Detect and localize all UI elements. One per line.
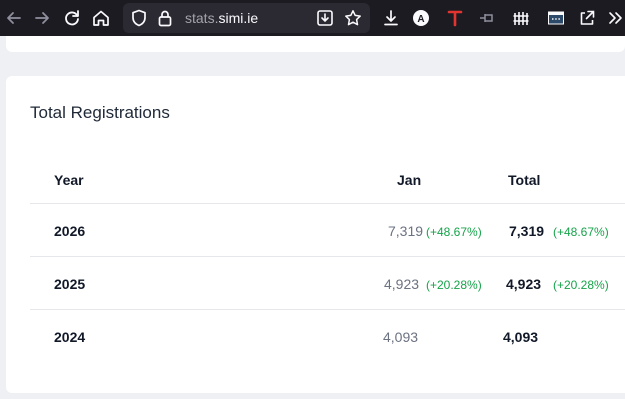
previous-card	[6, 36, 625, 52]
terminal-icon[interactable]	[546, 8, 566, 28]
jan-change-badge: (+48.67%)	[426, 225, 482, 239]
header-year: Year	[54, 172, 84, 188]
row-divider	[30, 256, 625, 257]
total-value: 4,923	[506, 276, 542, 292]
row-year: 2025	[54, 276, 86, 292]
home-icon[interactable]	[91, 8, 111, 28]
lock-icon[interactable]	[155, 8, 175, 28]
extension-t-icon[interactable]	[445, 8, 465, 28]
total-value: 7,319	[509, 223, 545, 239]
total-change-badge: (+48.67%)	[553, 225, 609, 239]
share-icon[interactable]	[577, 8, 597, 28]
forward-icon[interactable]	[32, 8, 52, 28]
total-value: 4,093	[503, 329, 539, 345]
jan-value: 4,923	[384, 276, 420, 292]
row-year: 2024	[54, 329, 86, 345]
back-icon[interactable]	[4, 8, 24, 28]
star-icon[interactable]	[343, 8, 363, 28]
pin-icon[interactable]	[477, 8, 497, 28]
total-registrations-card: Total Registrations Year Jan Total 2026 …	[6, 76, 625, 393]
total-change-badge: (+20.28%)	[553, 278, 609, 292]
jan-value: 7,319	[388, 223, 424, 239]
account-a-icon[interactable]: A	[411, 8, 431, 28]
header-divider	[30, 203, 625, 204]
row-year: 2026	[54, 223, 86, 239]
shield-icon[interactable]	[129, 8, 149, 28]
header-total: Total	[508, 172, 541, 188]
overflow-icon[interactable]	[606, 8, 625, 28]
downloads-icon[interactable]	[381, 8, 401, 28]
download-page-icon[interactable]	[315, 8, 335, 28]
url-text[interactable]: stats.simi.ie	[185, 10, 258, 26]
jan-change-badge: (+20.28%)	[426, 278, 482, 292]
browser-toolbar: stats.simi.ie A	[0, 0, 625, 36]
url-bar[interactable]: stats.simi.ie	[123, 3, 370, 33]
svg-text:A: A	[417, 14, 424, 25]
jan-value: 4,093	[383, 329, 419, 345]
row-divider	[30, 309, 625, 310]
fence-icon[interactable]	[511, 8, 531, 28]
card-title: Total Registrations	[30, 103, 170, 122]
header-jan: Jan	[397, 172, 422, 188]
reload-icon[interactable]	[62, 8, 82, 28]
